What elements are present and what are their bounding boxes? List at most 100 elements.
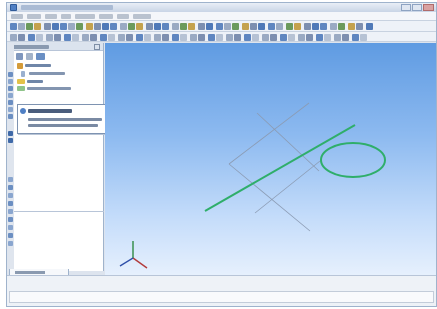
- side-tool-icon[interactable]: [8, 79, 13, 84]
- tree-node-part[interactable]: [7, 62, 103, 69]
- toolbar-button-icon[interactable]: [26, 23, 33, 30]
- toolbar-button-icon[interactable]: [262, 34, 269, 41]
- toolbar-button-icon[interactable]: [128, 23, 135, 30]
- toolbar-button-icon[interactable]: [162, 34, 169, 41]
- toolbar-button-icon[interactable]: [34, 23, 41, 30]
- toolbar-button-icon[interactable]: [46, 34, 53, 41]
- toolbar-button-icon[interactable]: [352, 34, 359, 41]
- menu-item-6[interactable]: [99, 14, 113, 19]
- toolbar-button-icon[interactable]: [232, 23, 239, 30]
- toolbar-button-icon[interactable]: [44, 23, 51, 30]
- toolbar-button-icon[interactable]: [60, 23, 67, 30]
- side-tool-icon[interactable]: [8, 233, 13, 238]
- toolbar-button-icon[interactable]: [82, 34, 89, 41]
- toolbar-button-icon[interactable]: [180, 23, 187, 30]
- toolbar-button-icon[interactable]: [304, 23, 311, 30]
- close-button[interactable]: [423, 4, 434, 11]
- toolbar-button-icon[interactable]: [136, 23, 143, 30]
- toolbar-button-icon[interactable]: [172, 23, 179, 30]
- tree-node-sketch-1[interactable]: [7, 78, 103, 85]
- toolbar-button-icon[interactable]: [348, 23, 355, 30]
- tree-node-sketch-2[interactable]: [7, 85, 103, 92]
- menu-item-8[interactable]: [133, 14, 151, 19]
- toolbar-button-icon[interactable]: [268, 23, 275, 30]
- side-tool-icon[interactable]: [8, 72, 13, 77]
- toolbar-button-icon[interactable]: [146, 23, 153, 30]
- toolbar-button-icon[interactable]: [288, 34, 295, 41]
- toolbar-button-icon[interactable]: [100, 34, 107, 41]
- toolbar-button-icon[interactable]: [334, 34, 341, 41]
- menu-item-7[interactable]: [117, 14, 129, 19]
- toolbar-button-icon[interactable]: [316, 34, 323, 41]
- toolbar-button-icon[interactable]: [144, 34, 151, 41]
- 3d-viewport[interactable]: [105, 43, 436, 275]
- toolbar-button-icon[interactable]: [198, 34, 205, 41]
- menu-item-1[interactable]: [11, 14, 23, 19]
- toolbar-button-icon[interactable]: [244, 34, 251, 41]
- menu-item-4[interactable]: [61, 14, 71, 19]
- toolbar-button-icon[interactable]: [298, 34, 305, 41]
- toolbar-button-icon[interactable]: [188, 23, 195, 30]
- toolbar-button-icon[interactable]: [366, 23, 373, 30]
- toolbar-button-icon[interactable]: [250, 23, 257, 30]
- toolbar-button-icon[interactable]: [52, 23, 59, 30]
- toolbar-button-icon[interactable]: [330, 23, 337, 30]
- toolbar-button-icon[interactable]: [64, 34, 71, 41]
- toolbar-button-icon[interactable]: [280, 34, 287, 41]
- toolbar-button-icon[interactable]: [294, 23, 301, 30]
- toolbar-button-icon[interactable]: [242, 23, 249, 30]
- side-tool-icon[interactable]: [8, 100, 13, 105]
- toolbar-button-icon[interactable]: [136, 34, 143, 41]
- toolbar-button-icon[interactable]: [320, 23, 327, 30]
- side-tool-icon[interactable]: [8, 185, 13, 190]
- toolbar-button-icon[interactable]: [286, 23, 293, 30]
- minimize-button[interactable]: [401, 4, 411, 11]
- toolbar-button-icon[interactable]: [360, 34, 367, 41]
- menu-item-3[interactable]: [45, 14, 57, 19]
- toolbar-button-icon[interactable]: [28, 34, 35, 41]
- toolbar-button-icon[interactable]: [306, 34, 313, 41]
- toolbar-button-icon[interactable]: [154, 34, 161, 41]
- toolbar-button-icon[interactable]: [198, 23, 205, 30]
- toolbar-button-icon[interactable]: [102, 23, 109, 30]
- toolbar-button-icon[interactable]: [324, 34, 331, 41]
- side-tool-icon[interactable]: [8, 201, 13, 206]
- toolbar-button-icon[interactable]: [154, 23, 161, 30]
- side-tool-icon[interactable]: [8, 138, 13, 143]
- toolbar-button-icon[interactable]: [216, 34, 223, 41]
- tree-filter-icon[interactable]: [16, 53, 23, 60]
- side-tool-icon[interactable]: [8, 241, 13, 246]
- tree-view-icon[interactable]: [26, 53, 33, 60]
- toolbar-button-icon[interactable]: [226, 34, 233, 41]
- side-tool-icon[interactable]: [8, 107, 13, 112]
- panel-close-icon[interactable]: [94, 44, 100, 50]
- side-tool-icon[interactable]: [8, 114, 13, 119]
- toolbar-button-icon[interactable]: [258, 23, 265, 30]
- toolbar-button-icon[interactable]: [180, 34, 187, 41]
- toolbar-button-icon[interactable]: [224, 23, 231, 30]
- toolbar-button-icon[interactable]: [234, 34, 241, 41]
- toolbar-button-icon[interactable]: [270, 34, 277, 41]
- toolbar-button-icon[interactable]: [120, 23, 127, 30]
- toolbar-button-icon[interactable]: [342, 34, 349, 41]
- toolbar-button-icon[interactable]: [108, 34, 115, 41]
- toolbar-button-icon[interactable]: [208, 34, 215, 41]
- toolbar-button-icon[interactable]: [118, 34, 125, 41]
- side-tool-icon[interactable]: [8, 225, 13, 230]
- toolbar-button-icon[interactable]: [172, 34, 179, 41]
- toolbar-button-icon[interactable]: [10, 23, 17, 30]
- side-tool-icon[interactable]: [8, 217, 13, 222]
- side-tool-icon[interactable]: [8, 209, 13, 214]
- toolbar-button-icon[interactable]: [338, 23, 345, 30]
- side-tool-icon[interactable]: [8, 193, 13, 198]
- toolbar-button-icon[interactable]: [86, 23, 93, 30]
- toolbar-button-icon[interactable]: [76, 23, 83, 30]
- toolbar-button-icon[interactable]: [94, 23, 101, 30]
- menu-item-5[interactable]: [75, 14, 95, 19]
- toolbar-button-icon[interactable]: [312, 23, 319, 30]
- toolbar-button-icon[interactable]: [54, 34, 61, 41]
- toolbar-button-icon[interactable]: [110, 23, 117, 30]
- toolbar-button-icon[interactable]: [252, 34, 259, 41]
- side-tool-icon[interactable]: [8, 93, 13, 98]
- toolbar-button-icon[interactable]: [18, 34, 25, 41]
